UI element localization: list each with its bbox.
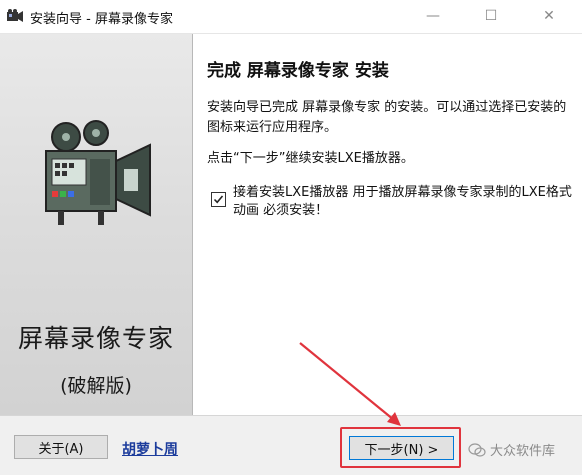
install-player-label: 接着安装LXE播放器 用于播放屏幕录像专家录制的LXE格式动画 必须安装！ — [233, 185, 572, 218]
chat-bubble-icon — [468, 442, 486, 457]
watermark: 大众软件库 — [468, 440, 555, 459]
wizard-content: 完成 屏幕录像专家 安装 安装向导已完成 屏幕录像专家 的安装。可以通过选择已安… — [193, 34, 582, 415]
annotation-highlight-box — [340, 427, 461, 468]
about-button[interactable]: 关于(A) — [14, 435, 108, 459]
maximize-button[interactable]: ☐ — [468, 0, 514, 32]
next-step-instruction: 点击“下一步”继续安装LXE播放器。 — [207, 151, 414, 166]
video-camera-icon — [45, 120, 151, 225]
completion-message: 安装向导已完成 屏幕录像专家 的安装。可以通过选择已安装的图标来运行应用程序。 — [207, 100, 567, 135]
app-camera-icon — [6, 8, 24, 24]
close-button[interactable]: ✕ — [526, 0, 572, 32]
install-player-checkbox[interactable] — [211, 192, 226, 207]
sidebar-edition: (破解版) — [60, 375, 132, 397]
title-bar: 安装向导 - 屏幕录像专家 — ☐ ✕ — [0, 0, 582, 34]
author-link[interactable]: 胡萝卜周 — [122, 439, 178, 459]
watermark-text: 大众软件库 — [490, 444, 556, 459]
wizard-sidebar: 屏幕录像专家 (破解版) — [0, 34, 193, 415]
window-title: 安装向导 - 屏幕录像专家 — [30, 12, 173, 27]
checkmark-icon — [213, 195, 224, 204]
minimize-button[interactable]: — — [410, 0, 456, 32]
sidebar-product-name: 屏幕录像专家 — [17, 324, 174, 353]
page-heading: 完成 屏幕录像专家 安装 — [207, 61, 389, 81]
